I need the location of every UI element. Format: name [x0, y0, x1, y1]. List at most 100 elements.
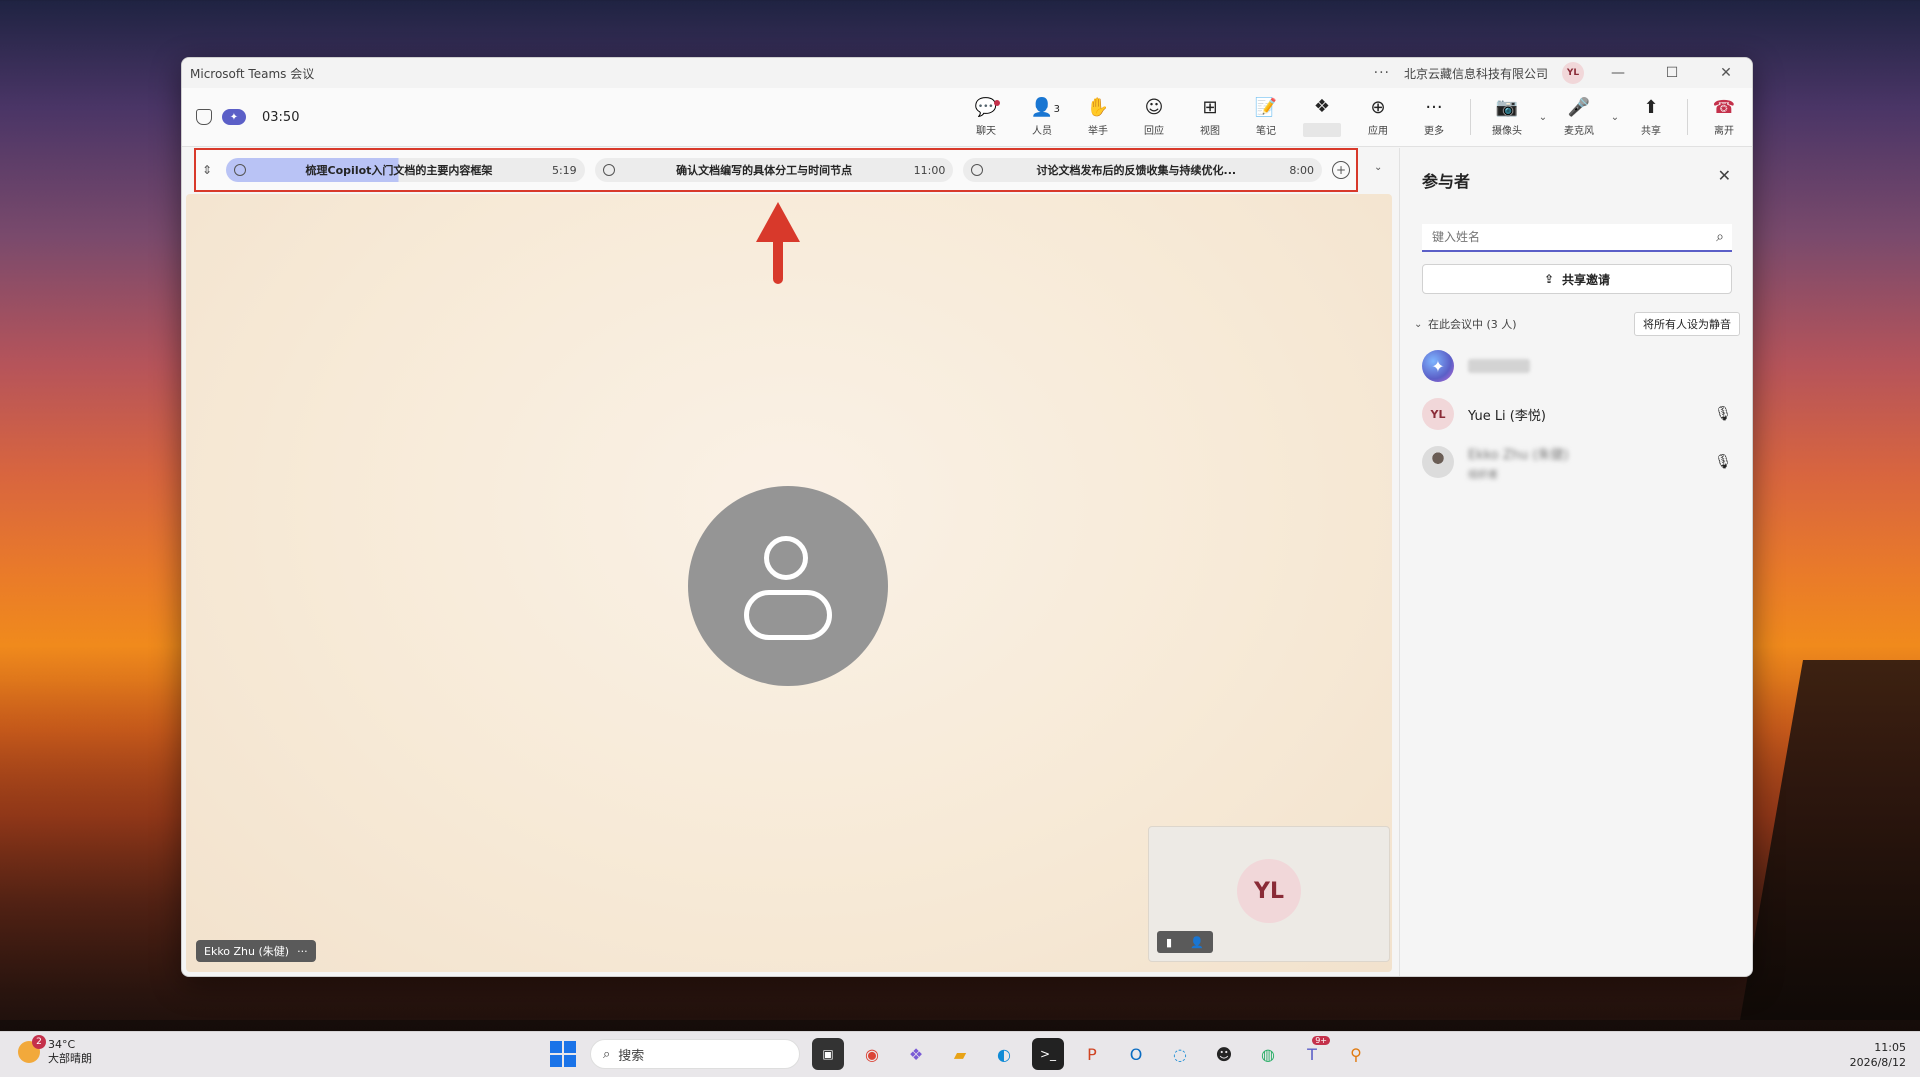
more-button[interactable]: ··· 更多: [1406, 97, 1462, 137]
search-icon[interactable]: ⌕: [1708, 229, 1732, 245]
edge-icon[interactable]: ◐: [988, 1038, 1020, 1070]
agenda-item-title: 梳理Copilot入门文档的主要内容框架: [305, 164, 493, 177]
react-button[interactable]: ☺ 回应: [1126, 97, 1182, 137]
grid-icon: ⊞: [1202, 96, 1218, 118]
agenda-item-title: 讨论文档发布后的反馈收集与持续优化...: [1036, 164, 1237, 177]
close-panel-icon[interactable]: ✕: [1718, 166, 1731, 185]
raise-hand-button[interactable]: ✋ 举手: [1070, 96, 1126, 137]
participant-photo-avatar: [1422, 446, 1454, 478]
agenda-collapse-icon[interactable]: ⇕: [202, 163, 216, 177]
in-meeting-section: ⌄ 在此会议中 (3 人) 将所有人设为静音: [1414, 312, 1740, 336]
task-view-icon[interactable]: ▣: [812, 1038, 844, 1070]
maximize-button[interactable]: ☐: [1652, 58, 1692, 88]
person-icon[interactable]: 👤: [1190, 936, 1204, 949]
participant-name: Ekko Zhu (朱健): [1468, 447, 1569, 463]
share-button[interactable]: ⬆ 共享: [1623, 97, 1679, 137]
camera-options-chevron-icon[interactable]: ⌄: [1535, 112, 1551, 123]
participant-row[interactable]: YL Yue Li (李悦) 🎙: [1422, 394, 1732, 434]
agenda-item-duration: 8:00: [1289, 163, 1315, 177]
taskbar-search[interactable]: ⌕ 搜索: [590, 1039, 800, 1069]
in-meeting-label[interactable]: 在此会议中 (3 人): [1428, 316, 1517, 332]
teams-icon[interactable]: T 9+: [1296, 1036, 1330, 1070]
chrome-icon[interactable]: ◉: [856, 1038, 888, 1070]
outlook-icon[interactable]: O: [1120, 1038, 1152, 1070]
shield-icon[interactable]: [196, 109, 212, 125]
avatar-app-icon[interactable]: ☻: [1208, 1038, 1240, 1070]
leave-button[interactable]: ☎ 离开: [1696, 97, 1752, 137]
agenda-expand-chevron-icon[interactable]: ⌄: [1374, 162, 1382, 173]
close-window-button[interactable]: ✕: [1706, 58, 1746, 88]
agenda-item[interactable]: 讨论文档发布后的反馈收集与持续优化... 8:00: [963, 158, 1323, 182]
agenda-status-circle-icon[interactable]: [602, 164, 615, 176]
panel-title: 参与者: [1422, 172, 1471, 191]
mic-icon[interactable]: 🎙: [1714, 406, 1732, 422]
agenda-status-circle-icon[interactable]: [971, 164, 984, 176]
notes-label: 笔记: [1256, 125, 1276, 137]
participant-row[interactable]: Ekko Zhu (朱健) 组织者 🎙: [1422, 442, 1732, 482]
share-invite-button[interactable]: ⇪ 共享邀请: [1422, 264, 1732, 294]
share-icon: ⇪: [1543, 272, 1555, 286]
self-video-tile[interactable]: YL ▮ 👤: [1148, 826, 1390, 962]
copilot-avatar-icon: ✦: [1422, 350, 1454, 382]
speaker-name-tag[interactable]: Ekko Zhu (朱健) ···: [196, 940, 316, 962]
agenda-item[interactable]: 确认文档编写的具体分工与时间节点 11:00: [594, 158, 954, 182]
signal-bars-icon[interactable]: ▮: [1166, 936, 1172, 949]
taskbar: 2 34°C 大部晴朗 ⌕ 搜索 ▣ ◉ ❖ ▰ ◐ >_ P O ◌ ☻ ◍ …: [0, 1031, 1920, 1077]
speaker-more-icon[interactable]: ···: [297, 945, 308, 958]
participant-name: Yue Li (李悦): [1468, 408, 1546, 424]
minimize-button[interactable]: —: [1598, 58, 1638, 88]
wechat-icon[interactable]: ◍: [1252, 1038, 1284, 1070]
powerpoint-icon[interactable]: P: [1076, 1038, 1108, 1070]
agenda-item[interactable]: 梳理Copilot入门文档的主要内容框架 5:19: [226, 158, 585, 182]
chat-button[interactable]: 💬 聊天: [958, 97, 1014, 137]
view-button[interactable]: ⊞ 视图: [1182, 96, 1238, 137]
mic-button[interactable]: 🎤 麦克风: [1551, 97, 1607, 137]
user-avatar[interactable]: YL: [1562, 62, 1584, 84]
meeting-timer: 03:50: [262, 109, 300, 125]
copilot-app-icon[interactable]: ◌: [1164, 1038, 1196, 1070]
chevron-down-icon[interactable]: ⌄: [1414, 319, 1428, 330]
apps-icon: ⊕: [1370, 96, 1386, 118]
weather-widget[interactable]: 2 34°C 大部晴朗: [18, 1035, 92, 1066]
weather-badge: 2: [32, 1035, 46, 1049]
mic-options-chevron-icon[interactable]: ⌄: [1607, 112, 1623, 123]
hand-icon: ✋: [1086, 96, 1110, 118]
notes-icon: 📝: [1254, 96, 1278, 118]
people-icon: 👤: [1030, 96, 1054, 118]
mic-icon[interactable]: 🎙: [1714, 454, 1732, 470]
participants-panel: 参与者 ✕ ⌕ ⇪ 共享邀请 ⌄ 在此会议中 (3 人) 将所有人设为静音 ✦ …: [1399, 148, 1752, 976]
copilot-badge-icon[interactable]: ✦: [222, 109, 246, 125]
notes-button[interactable]: 📝 笔记: [1238, 96, 1294, 137]
more-options-icon[interactable]: ···: [1374, 65, 1390, 81]
weather-temp: 34°C: [48, 1038, 76, 1051]
camera-off-icon: 📷: [1495, 96, 1519, 118]
m365-icon[interactable]: ❖: [900, 1038, 932, 1070]
terminal-icon[interactable]: >_: [1032, 1038, 1064, 1070]
windows-start-icon[interactable]: [548, 1039, 578, 1069]
camera-button[interactable]: 📷 摄像头: [1479, 96, 1535, 137]
taskbar-search-label: 搜索: [618, 1048, 645, 1064]
participant-row[interactable]: ✦: [1422, 346, 1732, 386]
org-name: 北京云藏信息科技有限公司: [1403, 66, 1548, 81]
people-count: 3: [1053, 103, 1060, 115]
system-clock[interactable]: 11:05 2026/8/12: [1850, 1040, 1906, 1070]
weather-sun-icon: 2: [18, 1035, 46, 1063]
raise-hand-label: 举手: [1088, 125, 1108, 137]
search-tool-icon[interactable]: ⚲: [1340, 1038, 1372, 1070]
people-button[interactable]: 👤 3 人员: [1014, 96, 1070, 137]
share-invite-label: 共享邀请: [1562, 272, 1611, 287]
search-input[interactable]: [1422, 229, 1708, 245]
self-tile-controls: ▮ 👤: [1157, 931, 1213, 953]
mic-label: 麦克风: [1564, 125, 1594, 137]
mute-all-button[interactable]: 将所有人设为静音: [1634, 312, 1740, 336]
window-title: Microsoft Teams 会议: [190, 66, 315, 81]
copilot-label-redacted: [1303, 123, 1341, 137]
file-explorer-icon[interactable]: ▰: [944, 1038, 976, 1070]
copilot-button[interactable]: ❖: [1294, 97, 1350, 137]
meeting-toolbar: ✦ 03:50 💬 聊天 👤 3 人员 ✋ 举手 ☺ 回应 ⊞ 视图 📝 笔记 …: [182, 88, 1752, 147]
agenda-item-title: 确认文档编写的具体分工与时间节点: [676, 164, 853, 177]
video-stage: Ekko Zhu (朱健) ··· YL ▮ 👤: [186, 194, 1392, 972]
add-agenda-item-icon[interactable]: +: [1332, 161, 1351, 179]
agenda-status-circle-icon[interactable]: [234, 164, 246, 176]
apps-button[interactable]: ⊕ 应用: [1350, 96, 1406, 137]
